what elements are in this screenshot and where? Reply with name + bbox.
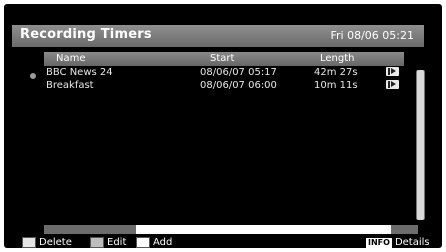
recordings-list: BBC News 24 08/06/07 05:17 42m 27s Break… [44,66,404,224]
add-label: Add [153,237,173,248]
vertical-scroll-thumb[interactable] [417,70,424,220]
edit-key-swatch [90,237,104,248]
datetime-display: Fri 08/06 05:21 [330,29,415,42]
details-button[interactable]: INFO Details [366,237,430,248]
add-button[interactable]: Add [136,237,172,248]
recording-name: Breakfast [46,80,94,91]
vertical-scrollbar[interactable] [416,70,425,220]
list-item[interactable]: Breakfast 08/06/07 06:00 10m 11s [44,80,404,93]
column-start: Start [210,53,235,64]
column-header: Name Start Length [44,52,404,66]
recording-length: 10m 11s [314,80,358,91]
page-title: Recording Timers [20,27,152,42]
column-name: Name [56,53,86,64]
list-item[interactable]: BBC News 24 08/06/07 05:17 42m 27s [44,67,404,80]
delete-button[interactable]: Delete [22,237,72,248]
horizontal-scroll-thumb[interactable] [136,225,391,234]
horizontal-scrollbar[interactable] [44,225,418,234]
footer-bar: Delete Edit Add INFO Details [12,236,432,250]
header-bar: Recording Timers Fri 08/06 05:21 [12,25,424,47]
selection-bullet-icon [30,73,36,79]
details-label: Details [394,237,430,248]
recording-name: BBC News 24 [46,67,113,78]
column-length: Length [320,53,355,64]
delete-key-swatch [22,237,36,248]
add-key-swatch [136,237,150,248]
recording-length: 42m 27s [314,67,358,78]
tv-screen: Recording Timers Fri 08/06 05:21 Name St… [4,4,442,248]
info-key-badge: INFO [366,237,392,248]
recording-start: 08/06/07 06:00 [200,80,277,91]
recording-start: 08/06/07 05:17 [200,67,277,78]
play-icon[interactable] [386,80,399,89]
edit-label: Edit [107,237,127,248]
delete-label: Delete [39,237,72,248]
play-icon[interactable] [386,67,399,76]
edit-button[interactable]: Edit [90,237,126,248]
